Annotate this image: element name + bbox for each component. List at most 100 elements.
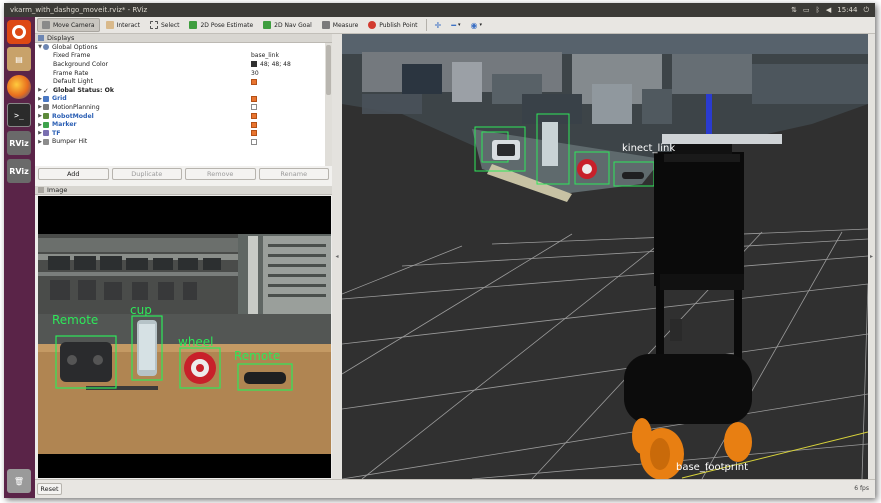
duplicate-button[interactable]: Duplicate — [111, 168, 182, 180]
hand-icon — [105, 21, 114, 29]
splitter-right[interactable]: ▸ — [868, 34, 875, 479]
tree-row-display[interactable]: ▶ RobotModel — [35, 112, 325, 121]
chevron-left-icon: ◂ — [335, 253, 339, 260]
tree-row-display[interactable]: ▶ Marker — [35, 120, 325, 129]
rviz-icon[interactable]: RViz — [7, 159, 31, 183]
pin-icon — [368, 21, 377, 29]
splitter-left[interactable]: ◂ — [332, 34, 342, 479]
tree-row-background-color[interactable]: Background Color 48; 48; 48 — [35, 60, 325, 69]
default-light-checkbox[interactable] — [251, 78, 257, 85]
select-button[interactable]: Select — [146, 18, 184, 32]
ruler-icon — [321, 21, 330, 29]
tree-row-global-status[interactable]: ▶ ✓ Global Status: Ok — [35, 86, 325, 96]
files-icon[interactable]: ▤ — [7, 47, 31, 71]
remove-button[interactable]: Remove — [185, 168, 256, 180]
fixed-frame-value[interactable]: base_link — [251, 52, 279, 59]
chevron-down-icon: ▾ — [479, 22, 483, 28]
tree-row-display[interactable]: ▶ TF — [35, 129, 325, 138]
rviz-icon[interactable]: RViz — [7, 131, 31, 155]
displays-scrollbar[interactable] — [325, 43, 332, 166]
firefox-icon[interactable] — [7, 75, 31, 99]
nav-goal-button[interactable]: 2D Nav Goal — [259, 18, 316, 32]
tree-row-default-light[interactable]: Default Light — [35, 77, 325, 86]
eye-icon: ◉ — [470, 20, 478, 30]
camera-image: Remote cup wheel Remote — [38, 196, 331, 478]
displays-buttons: Add Duplicate Remove Rename — [35, 168, 332, 182]
status-bar: Reset 6 fps — [35, 479, 875, 498]
crosshair-icon: ✛ — [434, 20, 442, 30]
render-3d-view[interactable]: kinect_link base_footprint — [342, 34, 868, 479]
fps-readout: 6 fps — [854, 485, 869, 492]
tree-row-fixed-frame[interactable]: Fixed Frame base_link — [35, 52, 325, 61]
rename-button[interactable]: Rename — [258, 168, 329, 180]
add-button[interactable]: Add — [38, 168, 109, 180]
color-swatch — [251, 61, 257, 68]
trash-icon[interactable]: 🗑 — [7, 469, 31, 493]
terminal-icon[interactable]: >_ — [7, 103, 31, 127]
scrollbar-thumb[interactable] — [326, 45, 331, 95]
top-panel: vkarm_with_dashgo_moveit.rviz* - RViz ⇅ … — [4, 3, 875, 17]
bluetooth-icon[interactable]: ᛒ — [816, 6, 820, 14]
move-camera-button[interactable]: Move Camera — [37, 18, 100, 32]
frame-label-footprint: base_footprint — [676, 462, 748, 473]
view-tool-button[interactable]: ◉ ▾ — [467, 18, 487, 32]
displays-tree[interactable]: ▼ Global Options Fixed Frame base_link B… — [35, 43, 325, 166]
rviz-window: Move Camera Interact Select 2D Pose Esti… — [35, 17, 875, 498]
move-camera-icon — [42, 21, 50, 29]
tree-row-frame-rate[interactable]: Frame Rate 30 — [35, 69, 325, 78]
display-type-icon — [43, 138, 49, 145]
display-enabled-checkbox[interactable] — [251, 95, 257, 102]
display-type-icon — [43, 130, 49, 137]
display-type-icon — [43, 104, 49, 111]
measure-button[interactable]: Measure — [318, 18, 363, 32]
tree-row-display[interactable]: ▶ Bumper Hit — [35, 138, 325, 147]
screen: vkarm_with_dashgo_moveit.rviz* - RViz ⇅ … — [4, 3, 875, 498]
minus-icon: ━ — [451, 20, 457, 30]
system-tray: ⇅ ▭ ᛒ ◀ 15:44 ⏻ — [791, 6, 875, 15]
display-type-icon — [43, 95, 49, 102]
display-type-icon — [43, 113, 49, 120]
publish-point-button[interactable]: Publish Point — [364, 18, 421, 32]
power-icon[interactable]: ⏻ — [863, 6, 869, 15]
toolbar-separator — [426, 19, 428, 31]
check-icon: ✓ — [43, 87, 49, 96]
chevron-down-icon: ▾ — [458, 22, 461, 28]
detection-label: wheel — [178, 335, 214, 349]
display-enabled-checkbox[interactable] — [251, 113, 257, 120]
display-enabled-checkbox[interactable] — [251, 121, 257, 128]
volume-icon[interactable]: ◀ — [826, 6, 831, 14]
displays-panel: Displays ▼ Global Options Fixed Frame ba… — [35, 34, 332, 186]
reset-button[interactable]: Reset — [37, 483, 62, 495]
launcher: ▤ >_ RViz RViz 🗑 — [4, 17, 35, 498]
network-icon[interactable]: ⇅ — [791, 6, 797, 14]
displays-panel-header: Displays — [35, 34, 332, 43]
nav-arrow-icon — [263, 21, 272, 29]
image-icon — [38, 187, 44, 193]
interact-button[interactable]: Interact — [102, 18, 144, 32]
camera-image-view[interactable]: Remote cup wheel Remote — [38, 196, 331, 478]
gear-icon — [43, 44, 49, 51]
display-enabled-checkbox[interactable] — [251, 138, 257, 145]
ubuntu-dash-icon[interactable] — [7, 20, 31, 44]
display-enabled-checkbox[interactable] — [251, 104, 257, 111]
tree-row-display[interactable]: ▶ MotionPlanning — [35, 103, 325, 112]
background-color-value[interactable]: 48; 48; 48 — [251, 61, 291, 68]
window-title: vkarm_with_dashgo_moveit.rviz* - RViz — [10, 6, 148, 14]
image-panel-header: Image — [35, 186, 332, 195]
clock[interactable]: 15:44 — [837, 6, 857, 14]
detection-label: Remote — [234, 349, 280, 363]
display-enabled-checkbox[interactable] — [251, 130, 257, 137]
image-panel: Image Remote cup wheel Remote — [35, 186, 332, 479]
remove-tool-button[interactable]: ━ ▾ — [447, 18, 464, 32]
tree-row-global-options[interactable]: ▼ Global Options — [35, 43, 325, 52]
display-type-icon — [43, 121, 49, 128]
keyboard-icon[interactable]: ▭ — [803, 6, 810, 14]
monitor-icon — [38, 35, 44, 41]
pose-estimate-button[interactable]: 2D Pose Estimate — [185, 18, 257, 32]
detection-label: Remote — [52, 313, 98, 327]
frame-label-kinect: kinect_link — [622, 143, 675, 154]
frame-rate-value[interactable]: 30 — [251, 70, 259, 77]
tree-row-display[interactable]: ▶ Grid — [35, 95, 325, 104]
add-tool-button[interactable]: ✛ — [430, 18, 445, 32]
detection-label: cup — [130, 303, 152, 317]
